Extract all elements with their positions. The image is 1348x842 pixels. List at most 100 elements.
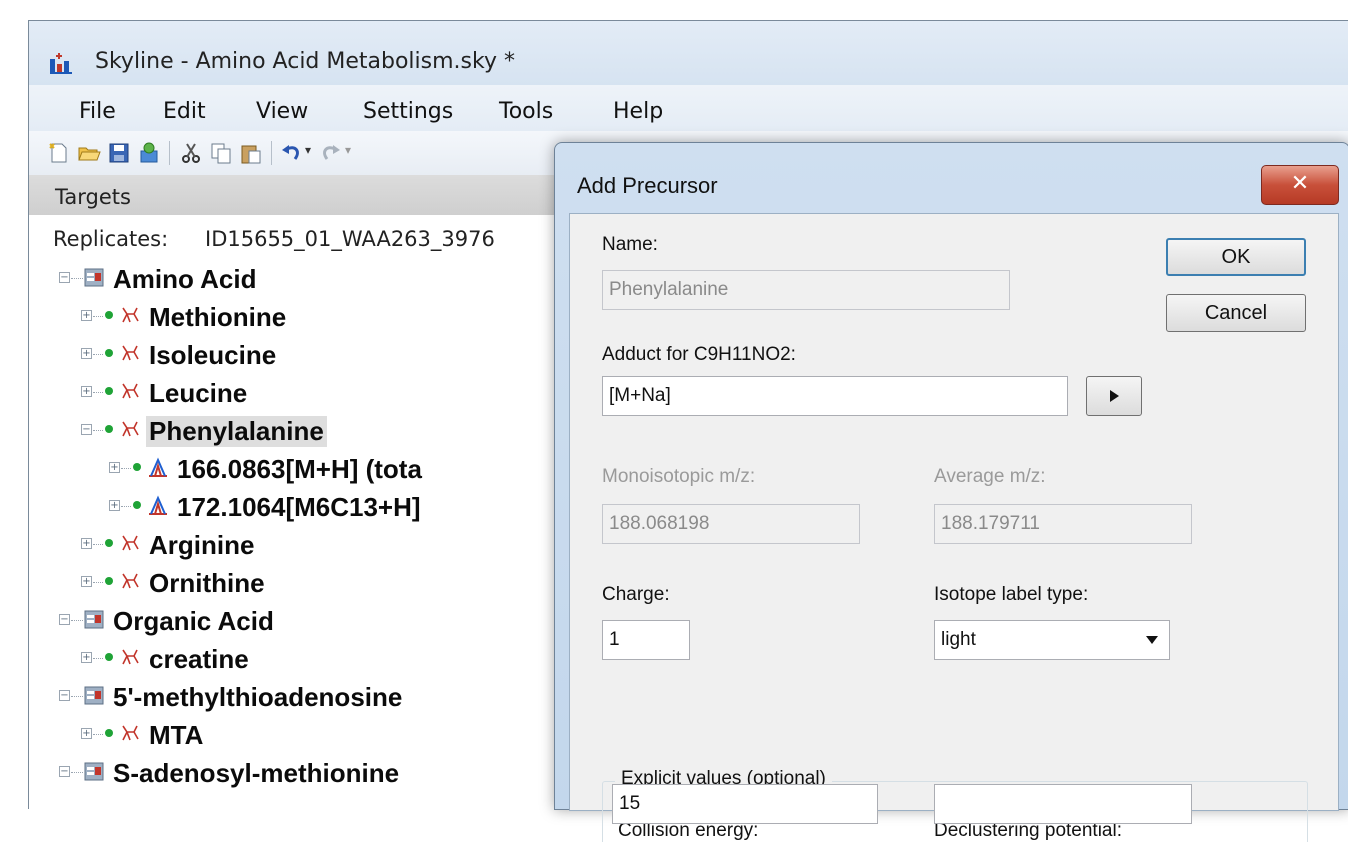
tree-node-label: Methionine xyxy=(149,302,287,332)
status-dot-icon xyxy=(105,653,113,661)
collapse-icon[interactable]: − xyxy=(59,766,70,777)
close-button[interactable]: ✕ xyxy=(1261,165,1339,205)
tree-node-group[interactable]: − 5'-methylthioadenosine xyxy=(29,679,569,717)
tree-node-label: MTA xyxy=(149,720,204,750)
targets-tree[interactable]: − Amino Acid + Methionine + Isoleucine + Leucin… xyxy=(29,259,569,809)
declustering-potential-field[interactable] xyxy=(934,784,1192,824)
status-dot-icon xyxy=(105,425,113,433)
collapse-icon[interactable]: − xyxy=(81,424,92,435)
play-arrow-icon xyxy=(1110,390,1119,402)
tree-node-molecule[interactable]: + Leucine xyxy=(29,375,569,413)
tree-connector xyxy=(71,278,83,279)
tree-connector xyxy=(71,772,83,773)
average-mz-field[interactable]: 188.179711 xyxy=(934,504,1192,544)
window-title: Skyline - Amino Acid Metabolism.sky * xyxy=(95,49,515,74)
menu-view[interactable]: View xyxy=(256,99,308,124)
status-dot-icon xyxy=(105,729,113,737)
title-bar[interactable]: Skyline - Amino Acid Metabolism.sky * xyxy=(29,21,1348,85)
tree-node-molecule[interactable]: + Ornithine xyxy=(29,565,569,603)
peptide-list-icon xyxy=(84,268,104,287)
molecule-icon xyxy=(122,421,139,437)
adduct-menu-button[interactable] xyxy=(1086,376,1142,416)
molecule-icon xyxy=(122,573,139,589)
undo-icon[interactable] xyxy=(279,141,303,165)
menu-help[interactable]: Help xyxy=(613,99,663,124)
expand-icon[interactable]: + xyxy=(81,728,92,739)
status-dot-icon xyxy=(105,311,113,319)
tree-node-label: Phenylalanine xyxy=(146,416,327,447)
tree-connector xyxy=(93,544,103,545)
molecule-icon xyxy=(122,725,139,741)
charge-field[interactable]: 1 xyxy=(602,620,690,660)
skyline-app-icon xyxy=(50,53,72,74)
add-precursor-dialog: Add Precursor ✕ Name: Phenylalanine OK C… xyxy=(554,142,1348,842)
tree-node-precursor[interactable]: +172.1064[M6C13+H] xyxy=(29,489,569,527)
tree-connector xyxy=(71,696,83,697)
tree-node-molecule[interactable]: + creatine xyxy=(29,641,569,679)
chevron-down-icon xyxy=(1146,636,1158,644)
expand-icon[interactable]: + xyxy=(109,500,120,511)
redo-dropdown-icon[interactable]: ▾ xyxy=(345,143,369,167)
tree-connector xyxy=(93,430,103,431)
menu-edit[interactable]: Edit xyxy=(163,99,206,124)
menu-settings[interactable]: Settings xyxy=(363,99,453,124)
tree-node-group[interactable]: − S-adenosyl-methionine xyxy=(29,755,569,793)
cut-icon[interactable] xyxy=(179,141,203,165)
tree-node-molecule[interactable]: + Methionine xyxy=(29,299,569,337)
adduct-label: Adduct for C9H11NO2: xyxy=(602,344,796,365)
copy-icon[interactable] xyxy=(209,141,233,165)
expand-icon[interactable]: + xyxy=(81,538,92,549)
toolbar-separator xyxy=(169,141,170,165)
menu-file[interactable]: File xyxy=(79,99,116,124)
tree-node-label: Organic Acid xyxy=(113,606,274,636)
menu-tools[interactable]: Tools xyxy=(499,99,553,124)
collapse-icon[interactable]: − xyxy=(59,690,70,701)
expand-icon[interactable]: + xyxy=(81,348,92,359)
tree-connector xyxy=(93,734,103,735)
expand-icon[interactable]: + xyxy=(81,652,92,663)
status-dot-icon xyxy=(105,577,113,585)
collapse-icon[interactable]: − xyxy=(59,272,70,283)
tree-node-molecule[interactable]: + Arginine xyxy=(29,527,569,565)
paste-icon[interactable] xyxy=(239,141,263,165)
tree-node-molecule[interactable]: + MTA xyxy=(29,717,569,755)
precursor-peak-icon xyxy=(149,457,167,477)
expand-icon[interactable]: + xyxy=(109,462,120,473)
peptide-list-icon xyxy=(84,610,104,629)
adduct-field[interactable]: [M+Na] xyxy=(602,376,1068,416)
tree-connector xyxy=(93,658,103,659)
monoisotopic-mz-label: Monoisotopic m/z: xyxy=(602,466,756,487)
tree-node-label: Amino Acid xyxy=(113,264,257,294)
toolbar-separator xyxy=(271,141,272,165)
expand-icon[interactable]: + xyxy=(81,310,92,321)
open-folder-icon[interactable] xyxy=(77,141,101,165)
isotope-label-type-select[interactable]: light xyxy=(934,620,1170,660)
tree-node-molecule[interactable]: − Phenylalanine xyxy=(29,413,569,451)
tree-node-precursor[interactable]: +166.0863[M+H] (tota xyxy=(29,451,569,489)
tree-node-label: S-adenosyl-methionine xyxy=(113,758,400,788)
collapse-icon[interactable]: − xyxy=(59,614,70,625)
monoisotopic-mz-field[interactable]: 188.068198 xyxy=(602,504,860,544)
tree-node-group[interactable]: − Amino Acid xyxy=(29,261,569,299)
name-field[interactable]: Phenylalanine xyxy=(602,270,1010,310)
molecule-icon xyxy=(122,535,139,551)
new-document-icon[interactable] xyxy=(47,141,71,165)
publish-icon[interactable] xyxy=(137,141,161,165)
expand-icon[interactable]: + xyxy=(81,386,92,397)
cancel-button[interactable]: Cancel xyxy=(1166,294,1306,332)
tree-node-group[interactable]: − Organic Acid xyxy=(29,603,569,641)
targets-title: Targets xyxy=(55,185,131,209)
expand-icon[interactable]: + xyxy=(81,576,92,587)
charge-label: Charge: xyxy=(602,584,670,605)
replicates-dropdown[interactable]: ID15655_01_WAA263_3976 xyxy=(205,227,495,251)
collision-energy-field[interactable]: 15 xyxy=(612,784,878,824)
targets-pane-header: Targets xyxy=(29,175,569,215)
tree-node-molecule[interactable]: + Isoleucine xyxy=(29,337,569,375)
redo-icon[interactable] xyxy=(319,141,343,165)
peptide-list-icon xyxy=(84,686,104,705)
save-icon[interactable] xyxy=(107,141,131,165)
status-dot-icon xyxy=(133,463,141,471)
molecule-icon xyxy=(122,307,139,323)
tree-connector xyxy=(93,392,103,393)
ok-button[interactable]: OK xyxy=(1166,238,1306,276)
